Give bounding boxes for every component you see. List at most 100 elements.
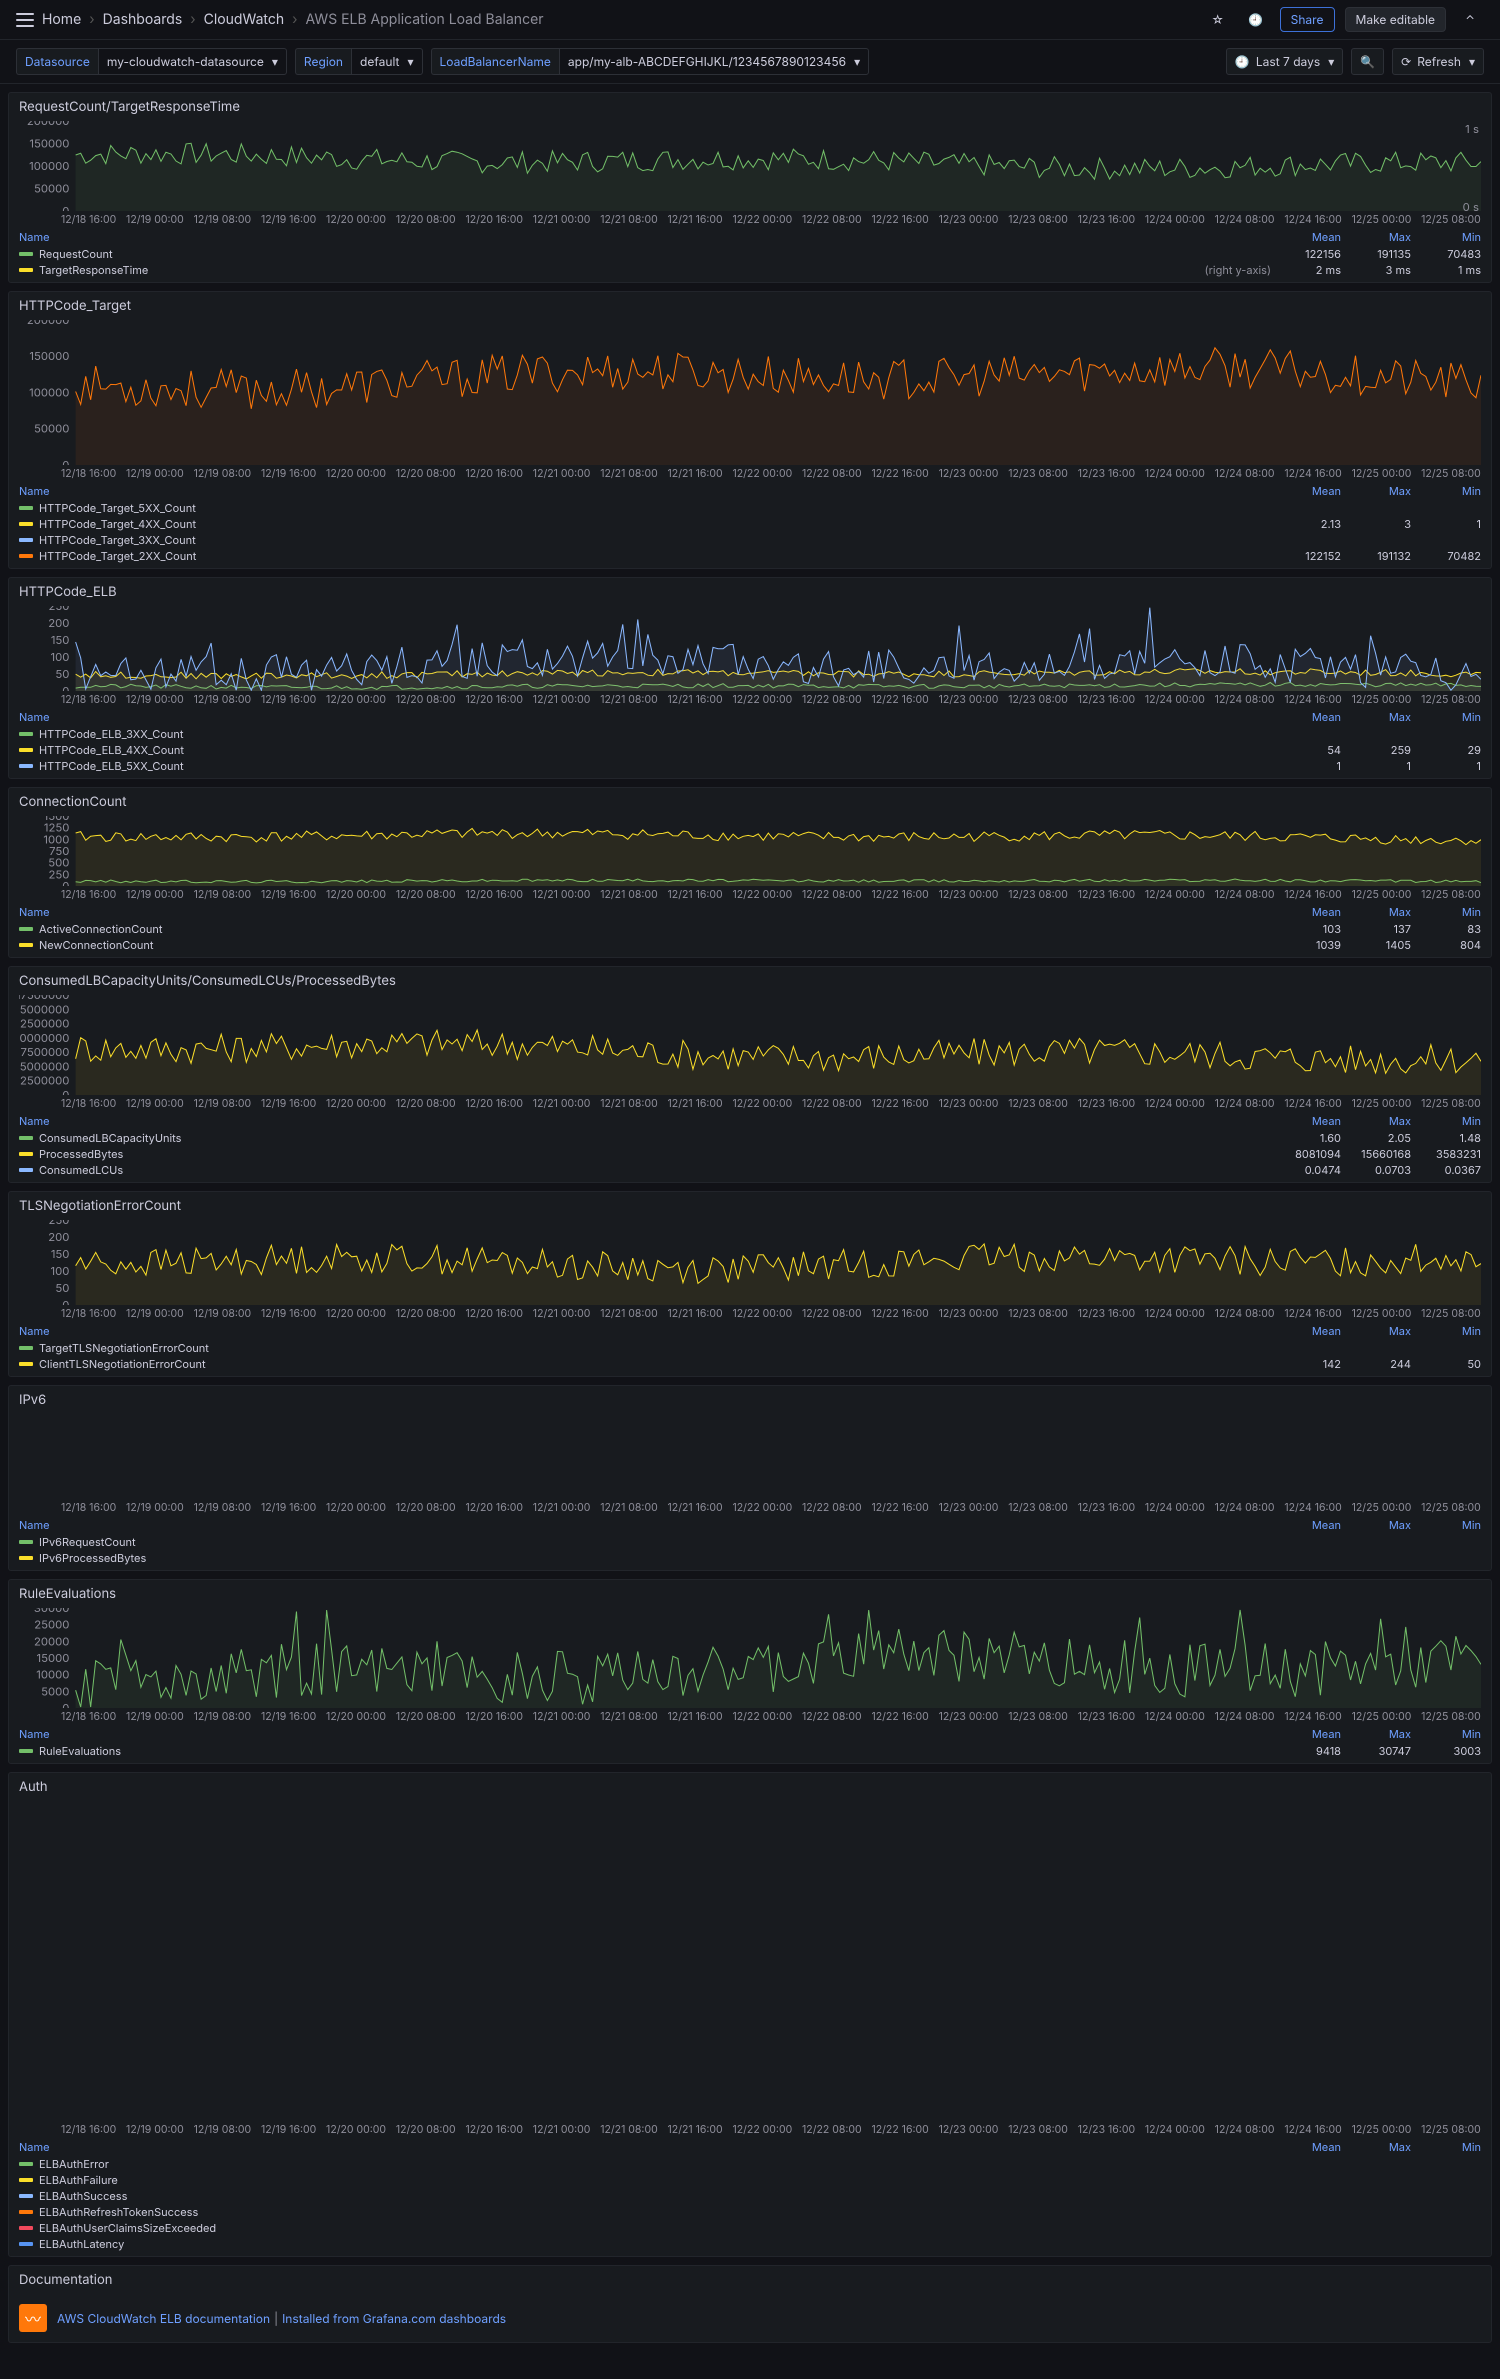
legend-row[interactable]: ClientTLSNegotiationErrorCount 142 244 5… [19, 1356, 1481, 1372]
make-editable-button[interactable]: Make editable [1345, 7, 1447, 32]
var-region-select[interactable]: default▾ [351, 48, 422, 75]
chart[interactable] [19, 1801, 1481, 2121]
legend-row[interactable]: NewConnectionCount 1039 1405 804 [19, 937, 1481, 953]
x-tick: 12/18 16:00 [61, 693, 116, 706]
chart[interactable]: 050000100000150000200000 [19, 320, 1481, 465]
x-tick: 12/23 16:00 [1078, 1501, 1135, 1514]
crumb-home[interactable]: Home [42, 11, 81, 28]
svg-text:50000: 50000 [34, 422, 69, 436]
legend-row[interactable]: ConsumedLBCapacityUnits 1.60 2.05 1.48 [19, 1130, 1481, 1146]
x-tick: 12/25 00:00 [1352, 2123, 1412, 2136]
var-loadbalancer-select[interactable]: app/my-alb-ABCDEFGHIJKL/1234567890123456… [559, 48, 869, 75]
x-tick: 12/20 00:00 [326, 1307, 386, 1320]
crumb-dashboards[interactable]: Dashboards [103, 11, 183, 28]
legend-row[interactable]: ProcessedBytes 8081094 15660168 3583231 [19, 1146, 1481, 1162]
chart[interactable] [19, 1414, 1481, 1499]
panel-title[interactable]: HTTPCode_ELB [9, 578, 1491, 606]
panel-title[interactable]: TLSNegotiationErrorCount [9, 1192, 1491, 1220]
legend-row[interactable]: HTTPCode_Target_5XX_Count [19, 500, 1481, 516]
panel-title[interactable]: ConsumedLBCapacityUnits/ConsumedLCUs/Pro… [9, 967, 1491, 995]
legend-row[interactable]: ELBAuthFailure [19, 2172, 1481, 2188]
legend-row[interactable]: TargetTLSNegotiationErrorCount [19, 1340, 1481, 1356]
menu-icon[interactable] [16, 13, 34, 27]
legend-row[interactable]: HTTPCode_Target_2XX_Count 122152 191132 … [19, 548, 1481, 564]
x-tick: 12/25 08:00 [1421, 1710, 1481, 1723]
panel-body: 050001000015000200002500030000 12/18 16:… [9, 1608, 1491, 1763]
legend-row[interactable]: ELBAuthRefreshTokenSuccess [19, 2204, 1481, 2220]
legend-row[interactable]: ELBAuthSuccess [19, 2188, 1481, 2204]
legend-row[interactable]: HTTPCode_ELB_4XX_Count 54 259 29 [19, 742, 1481, 758]
legend-row[interactable]: IPv6RequestCount [19, 1534, 1481, 1550]
legend-row[interactable]: HTTPCode_Target_3XX_Count [19, 532, 1481, 548]
legend-row[interactable]: ELBAuthLatency [19, 2236, 1481, 2252]
time-range-button[interactable]: 🕘Last 7 days▾ [1226, 48, 1343, 75]
legend-min: 83 [1411, 922, 1481, 936]
chart[interactable]: 0250500750100012501500 [19, 816, 1481, 886]
x-tick: 12/20 16:00 [465, 693, 523, 706]
panel-title[interactable]: RequestCount/TargetResponseTime [9, 93, 1491, 121]
var-datasource-select[interactable]: my-cloudwatch-datasource▾ [98, 48, 287, 75]
x-tick: 12/24 08:00 [1215, 693, 1275, 706]
legend-row[interactable]: ELBAuthUserClaimsSizeExceeded [19, 2220, 1481, 2236]
chart[interactable]: 050100150200250 [19, 1220, 1481, 1305]
x-tick: 12/25 08:00 [1421, 888, 1481, 901]
svg-text:200000: 200000 [27, 121, 70, 128]
legend-row[interactable]: TargetResponseTime(right y-axis) 2 ms 3 … [19, 262, 1481, 278]
x-tick: 12/24 08:00 [1215, 213, 1275, 226]
x-tick: 12/21 08:00 [600, 888, 657, 901]
svg-text:0: 0 [62, 458, 69, 465]
legend-mean: 8081094 [1271, 1147, 1341, 1161]
crumb-cloudwatch[interactable]: CloudWatch [204, 11, 285, 28]
x-tick: 12/20 08:00 [396, 1710, 456, 1723]
legend-row[interactable]: HTTPCode_Target_4XX_Count 2.13 3 1 [19, 516, 1481, 532]
chart[interactable]: 050100150200250 [19, 606, 1481, 691]
chart[interactable]: 0250000050000007500000100000001250000015… [19, 995, 1481, 1095]
doc-link-aws[interactable]: AWS CloudWatch ELB documentation [57, 2311, 270, 2326]
panel-title[interactable]: HTTPCode_Target [9, 292, 1491, 320]
panel-title[interactable]: ConnectionCount [9, 788, 1491, 816]
collapse-icon[interactable]: ⌃ [1456, 6, 1484, 34]
legend-row[interactable]: ActiveConnectionCount 103 137 83 [19, 921, 1481, 937]
legend-max: 3 ms [1341, 263, 1411, 277]
panel-title[interactable]: RuleEvaluations [9, 1580, 1491, 1608]
x-tick: 12/20 16:00 [465, 1710, 523, 1723]
star-icon[interactable]: ☆ [1204, 6, 1232, 34]
x-tick: 12/24 08:00 [1215, 1501, 1275, 1514]
panel-title[interactable]: Auth [9, 1773, 1491, 1801]
x-tick: 12/20 00:00 [326, 693, 386, 706]
legend-swatch [19, 538, 33, 542]
legend-swatch [19, 554, 33, 558]
svg-text:150000: 150000 [29, 137, 69, 151]
legend-header: Name Mean Max Min [19, 2138, 1481, 2156]
x-tick: 12/22 16:00 [871, 693, 928, 706]
legend-mean: 54 [1271, 743, 1341, 757]
x-axis: 12/18 16:0012/19 00:0012/19 08:0012/19 1… [19, 1708, 1481, 1725]
x-tick: 12/22 16:00 [871, 2123, 928, 2136]
legend-row[interactable]: IPv6ProcessedBytes [19, 1550, 1481, 1566]
chart[interactable]: 0500001000001500002000001 s0 s [19, 121, 1481, 211]
legend-row[interactable]: HTTPCode_ELB_3XX_Count [19, 726, 1481, 742]
legend-row[interactable]: ELBAuthError [19, 2156, 1481, 2172]
x-tick: 12/25 00:00 [1352, 467, 1412, 480]
legend-row[interactable]: ConsumedLCUs 0.0474 0.0703 0.0367 [19, 1162, 1481, 1178]
svg-text:150: 150 [51, 1247, 70, 1261]
share-button[interactable]: Share [1280, 7, 1335, 32]
legend-min: 3003 [1411, 1744, 1481, 1758]
refresh-button[interactable]: ⟳Refresh▾ [1392, 48, 1484, 75]
x-tick: 12/21 00:00 [533, 1097, 591, 1110]
legend-series-name: ClientTLSNegotiationErrorCount [39, 1357, 206, 1371]
clock-icon[interactable]: 🕘 [1242, 6, 1270, 34]
svg-text:0: 0 [62, 1701, 69, 1708]
legend-series-name: ELBAuthUserClaimsSizeExceeded [39, 2221, 216, 2235]
legend-row[interactable]: RuleEvaluations 9418 30747 3003 [19, 1743, 1481, 1759]
panel-title[interactable]: Documentation [9, 2266, 1491, 2294]
panel-title[interactable]: IPv6 [9, 1386, 1491, 1414]
doc-link-grafana[interactable]: Installed from Grafana.com dashboards [282, 2311, 506, 2326]
legend-row[interactable]: RequestCount 122156 191135 70483 [19, 246, 1481, 262]
legend-min: 1 ms [1411, 263, 1481, 277]
chart[interactable]: 050001000015000200002500030000 [19, 1608, 1481, 1708]
legend-row[interactable]: HTTPCode_ELB_5XX_Count 1 1 1 [19, 758, 1481, 774]
x-tick: 12/24 00:00 [1145, 1710, 1205, 1723]
x-tick: 12/22 00:00 [732, 1501, 792, 1514]
zoom-out-button[interactable]: 🔍 [1351, 48, 1384, 75]
